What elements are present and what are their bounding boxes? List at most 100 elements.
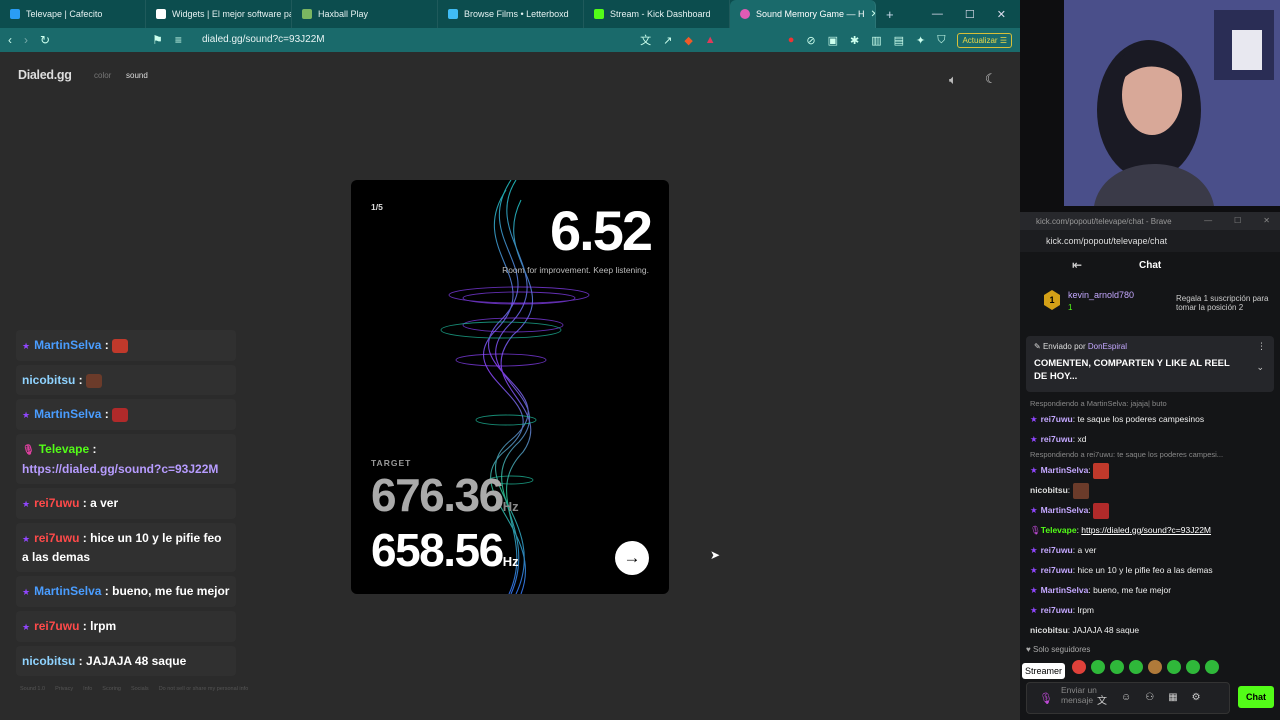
bookmark-icon[interactable]: ⚑ xyxy=(152,33,163,47)
tab-bar: Televape | Cafecito Widgets | El mejor s… xyxy=(0,0,1020,28)
forward-icon[interactable]: › xyxy=(24,33,28,47)
chat-input-placeholder[interactable]: Enviar un mensaje xyxy=(1061,685,1101,705)
footer-info-link[interactable]: Info xyxy=(83,686,92,692)
target-unit: Hz xyxy=(502,499,519,514)
tab-letterboxd[interactable]: Browse Films • Letterboxd xyxy=(438,0,584,28)
reply-context[interactable]: Respondiendo a MartinSelva: jajaja| buto xyxy=(1030,398,1276,409)
settings-icon[interactable]: ⚙ xyxy=(1192,692,1201,707)
close-window-icon[interactable]: ✕ xyxy=(1263,216,1270,225)
wallet-icon[interactable]: ▤ xyxy=(894,34,904,47)
overlay-message: ★ MartinSelva : bueno, me fue mejor xyxy=(16,576,236,607)
gifter-name[interactable]: kevin_arnold780 xyxy=(1068,290,1134,300)
top-gifter-banner: 1 kevin_arnold780 1 Regala 1 suscripción… xyxy=(1044,286,1280,320)
emote-icon[interactable] xyxy=(1205,660,1219,674)
microphone-icon: 🎙︎ xyxy=(1030,525,1041,535)
nav-sound-link[interactable]: sound xyxy=(126,71,148,80)
update-button[interactable]: Actualizar ☰ xyxy=(957,32,1012,48)
emote-icon[interactable] xyxy=(1072,660,1086,674)
collapse-chat-icon[interactable]: ⇤ xyxy=(1072,258,1082,272)
input-tools: 文 ☺ ⚇ ▦ ⚙ xyxy=(1097,692,1201,707)
gift-prompt[interactable]: Regala 1 suscripción para tomar la posic… xyxy=(1176,294,1280,312)
subscriber-star-icon: ★ xyxy=(1030,605,1038,615)
next-round-button[interactable]: → xyxy=(615,541,649,575)
close-window-icon[interactable]: ✕ xyxy=(997,8,1006,21)
toolbar-right: 文 ↗ ◆ ▲ ● ⊘ ▣ ✱ ▥ ▤ ✦ ⛉ Actualizar ☰ xyxy=(640,32,1012,48)
tab-kick-dashboard[interactable]: Stream - Kick Dashboard xyxy=(584,0,730,28)
back-icon[interactable]: ‹ xyxy=(8,33,12,47)
tab-haxball[interactable]: Haxball Play xyxy=(292,0,438,28)
new-tab-icon[interactable]: + xyxy=(876,7,904,22)
game-card: 1/5 6.52 Room for improvement. Keep list… xyxy=(351,180,669,594)
emote-icon[interactable] xyxy=(1110,660,1124,674)
chevron-down-icon[interactable]: ⌄ xyxy=(1256,362,1264,373)
site-info-icon[interactable]: ≡ xyxy=(175,33,182,47)
subscriber-star-icon: ★ xyxy=(22,622,31,632)
emote-icon[interactable] xyxy=(1186,660,1200,674)
subscriber-star-icon: ★ xyxy=(1030,585,1038,595)
people-icon[interactable]: ⚇ xyxy=(1145,692,1154,707)
emote-icon xyxy=(112,338,129,353)
vpn-icon[interactable]: ⛉ xyxy=(937,34,945,47)
popout-window-controls: — ☐ ✕ xyxy=(1204,216,1270,225)
store-icon[interactable]: ▦ xyxy=(1168,692,1177,707)
subscriber-star-icon: ★ xyxy=(22,587,31,597)
sidebar-icon[interactable]: ▥ xyxy=(871,34,881,47)
heart-icon: ♥ xyxy=(1026,645,1031,654)
extension-icon[interactable]: ⊘ xyxy=(806,34,815,47)
pinned-text: COMENTEN, COMPARTEN Y LIKE AL REEL DE HO… xyxy=(1034,358,1230,382)
leo-icon[interactable]: ✦ xyxy=(916,34,925,47)
streamer-tooltip: Streamer xyxy=(1022,663,1066,679)
share-icon[interactable]: ↗ xyxy=(663,34,672,47)
emote-icon[interactable] xyxy=(1148,660,1162,674)
subscriber-star-icon: ★ xyxy=(1030,545,1038,555)
reload-icon[interactable]: ↻ xyxy=(40,33,50,47)
emote-icon[interactable] xyxy=(1091,660,1105,674)
kick-chat-popout: kick.com/popout/televape/chat - Brave — … xyxy=(1020,212,1280,720)
pinned-header: ✎ Enviado por DonEspiral xyxy=(1034,342,1128,351)
target-label: TARGET xyxy=(371,458,412,468)
url-field[interactable]: dialed.gg/sound?c=93J22M xyxy=(202,34,325,45)
site-logo[interactable]: Dialed.gg xyxy=(18,68,72,82)
extensions-icon[interactable]: ✱ xyxy=(850,34,859,47)
minimize-icon[interactable]: — xyxy=(1204,216,1212,225)
tab-favicon-icon xyxy=(594,9,604,19)
subscriber-star-icon: ★ xyxy=(22,534,31,544)
emote-icon[interactable] xyxy=(1167,660,1181,674)
popout-titlebar: kick.com/popout/televape/chat - Brave — … xyxy=(1020,212,1280,230)
emote-icon[interactable] xyxy=(1129,660,1143,674)
overlay-message: ★ rei7uwu : lrpm xyxy=(16,611,236,642)
footer-socials-link[interactable]: Socials xyxy=(131,686,149,692)
chat-message: ★ rei7uwu: lrpm xyxy=(1030,605,1095,615)
translate-icon[interactable]: 文 xyxy=(640,32,651,48)
chat-message: ★ rei7uwu: hice un 10 y le pifie feo a la… xyxy=(1030,565,1213,575)
tab-widgets[interactable]: Widgets | El mejor software para xyxy=(146,0,292,28)
tab-sound-memory[interactable]: Sound Memory Game — H✕ xyxy=(730,0,876,28)
brave-shield-icon[interactable]: ◆ xyxy=(684,34,692,47)
nav-color-link[interactable]: color xyxy=(94,71,111,80)
moon-icon[interactable]: ☾ xyxy=(985,71,997,87)
send-chat-button[interactable]: Chat xyxy=(1238,686,1274,708)
chat-message: ★ MartinSelva: xyxy=(1030,460,1276,480)
arrow-right-icon: → xyxy=(623,548,641,567)
speaker-icon[interactable]: 🔈︎ xyxy=(949,72,957,88)
maximize-icon[interactable]: ☐ xyxy=(965,8,975,21)
minimize-icon[interactable]: — xyxy=(932,8,943,21)
reply-context[interactable]: Respondiendo a rei7uwu: te saque los pod… xyxy=(1030,449,1276,460)
chat-input[interactable]: 🎙︎ Enviar un mensaje 文 ☺ ⚇ ▦ ⚙ xyxy=(1026,682,1230,714)
footer-privacy-link[interactable]: Privacy xyxy=(55,686,73,692)
footer-privacy-optout-link[interactable]: Do not sell or share my personal info xyxy=(159,686,249,692)
more-options-icon[interactable]: ⋮ xyxy=(1257,341,1266,352)
pin-icon: ✎ xyxy=(1034,342,1041,351)
translate-icon[interactable]: 文 xyxy=(1097,692,1107,707)
chat-link[interactable]: https://dialed.gg/sound?c=93J22M xyxy=(1081,525,1211,535)
emoji-icon[interactable]: ☺ xyxy=(1121,692,1131,707)
adblock-icon[interactable]: ● xyxy=(788,34,795,46)
footer-scoring-link[interactable]: Scoring xyxy=(102,686,121,692)
chat-message: ★ rei7uwu: xd xyxy=(1030,434,1087,444)
screenshot-icon[interactable]: ▣ xyxy=(828,34,838,47)
browser-window: Televape | Cafecito Widgets | El mejor s… xyxy=(0,0,1020,720)
tab-televape[interactable]: Televape | Cafecito xyxy=(0,0,146,28)
maximize-icon[interactable]: ☐ xyxy=(1234,216,1241,225)
score-value: 6.52 xyxy=(550,199,653,262)
brave-rewards-icon[interactable]: ▲ xyxy=(705,34,716,46)
